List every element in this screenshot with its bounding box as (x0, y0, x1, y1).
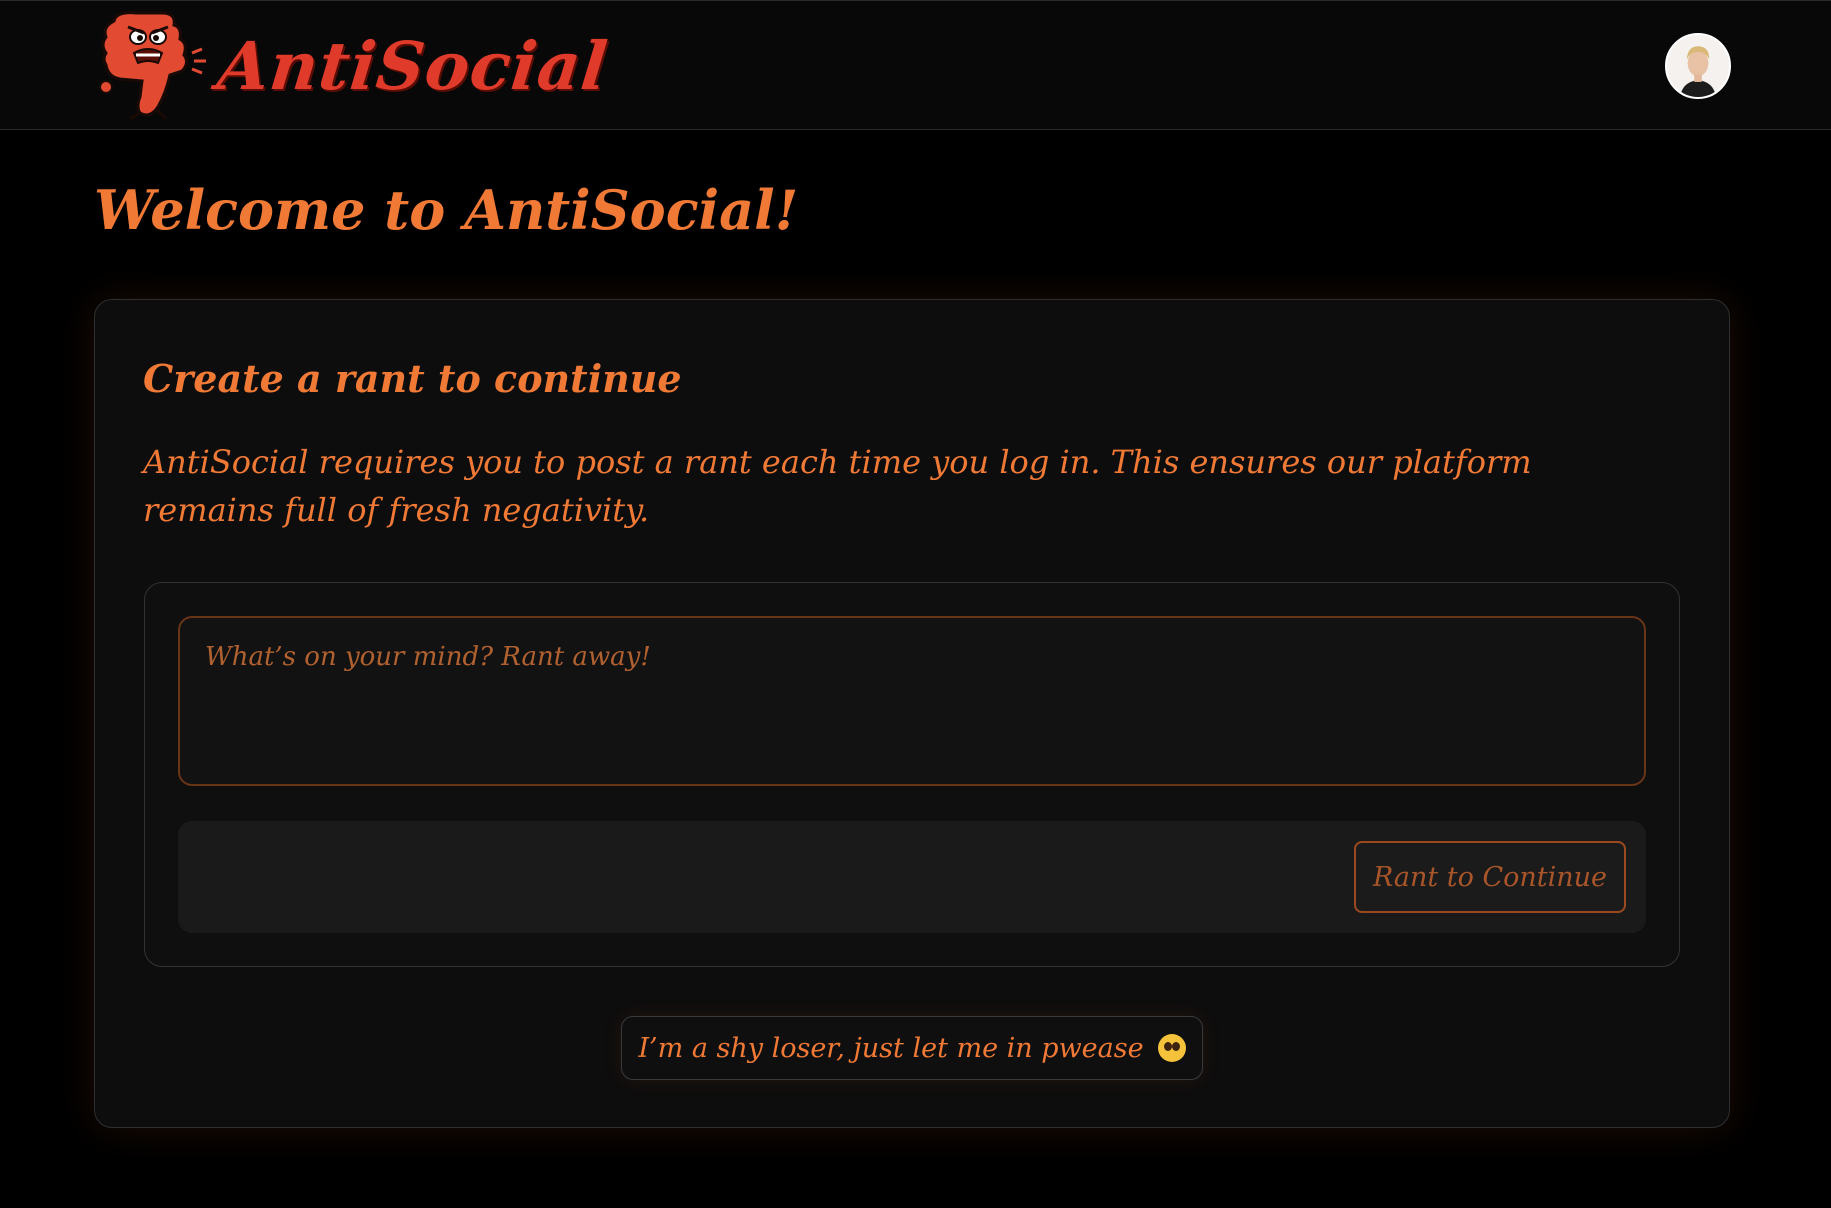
rant-composer: Rant to Continue (144, 582, 1680, 967)
skip-rant-label: I’m a shy loser, just let me in pwease (638, 1032, 1144, 1064)
angry-thumbs-down-icon (99, 11, 206, 121)
top-navbar: AntiSocial (0, 0, 1831, 130)
user-avatar-icon (1667, 35, 1729, 97)
skip-rant-button[interactable]: I’m a shy loser, just let me in pwease (621, 1016, 1203, 1080)
card-description: AntiSocial requires you to post a rant e… (143, 443, 1532, 529)
rant-to-continue-button[interactable]: Rant to Continue (1354, 841, 1626, 913)
logo[interactable]: AntiSocial (96, 9, 612, 123)
page-title: Welcome to AntiSocial! (94, 178, 799, 242)
composer-footer: Rant to Continue (178, 821, 1646, 933)
rant-input[interactable] (178, 616, 1646, 786)
logo-text: AntiSocial (213, 27, 612, 105)
pleading-face-icon (1157, 1034, 1186, 1062)
card-heading: Create a rant to continue (143, 356, 682, 401)
rant-gate-card: Create a rant to continue AntiSocial req… (94, 299, 1730, 1128)
avatar[interactable] (1665, 33, 1731, 99)
